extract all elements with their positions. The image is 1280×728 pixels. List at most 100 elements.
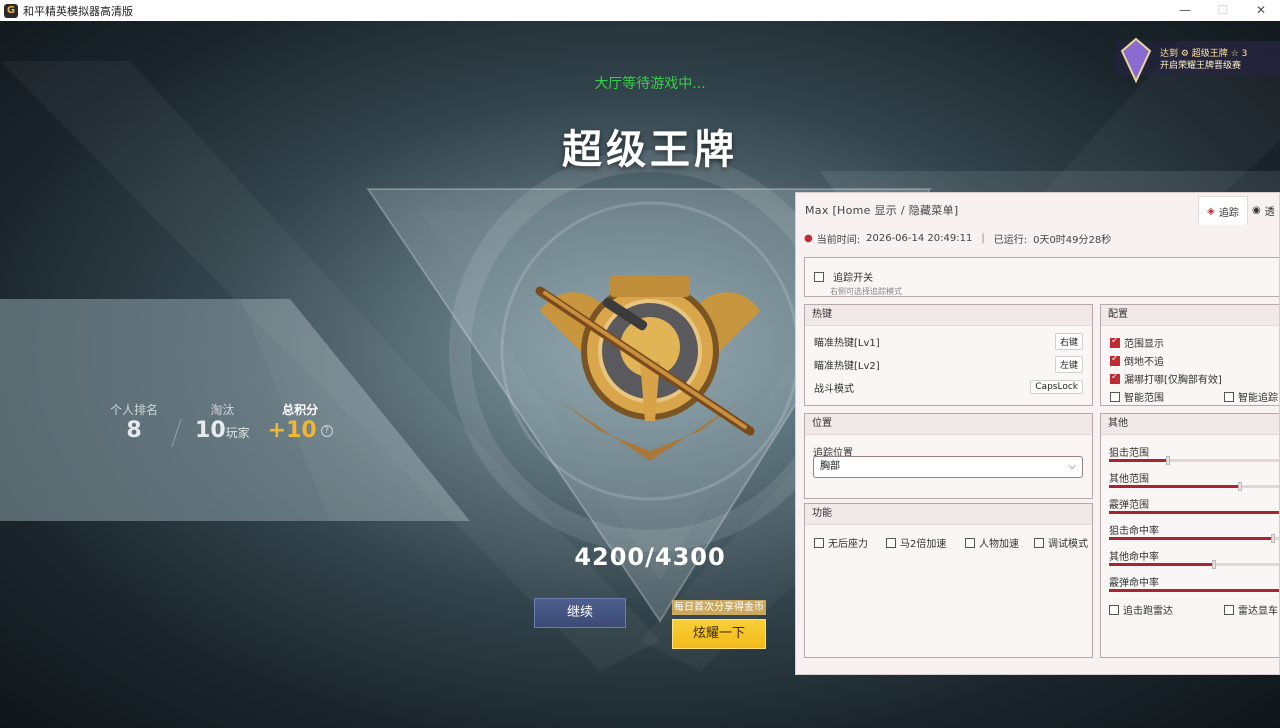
track-switch-label: 追踪开关 bbox=[833, 273, 874, 284]
slider-thumb[interactable] bbox=[1270, 534, 1275, 543]
function-checkbox[interactable] bbox=[886, 537, 896, 548]
other-box: 其他 狙击范围 其他范围 霰弹范围 狙击命中率 其他命中率 霰弹命中率 追击跑雷… bbox=[1100, 413, 1279, 658]
track-position-value: 胸部 bbox=[820, 461, 840, 472]
config-item[interactable]: 倒地不追 bbox=[1110, 350, 1164, 369]
tab-track-label: 追踪 bbox=[1218, 207, 1239, 219]
tab-see-label: 透 bbox=[1264, 207, 1275, 218]
track-switch-box: 追踪开关 右侧可选择追踪模式 bbox=[804, 257, 1279, 297]
function-label: 人物加速 bbox=[979, 539, 1019, 550]
window-titlebar: G 和平精英模拟器高清版 — ☐ ✕ bbox=[0, 0, 1280, 21]
hotkey-label: 战斗模式 bbox=[814, 383, 854, 395]
slider-label: 其他命中率 bbox=[1109, 552, 1159, 563]
slider-fill bbox=[1109, 459, 1166, 462]
window-title: 和平精英模拟器高清版 bbox=[23, 4, 133, 18]
user-icon: ● bbox=[804, 232, 813, 244]
elim-label: 淘汰 bbox=[210, 403, 235, 417]
config-label: 倒地不追 bbox=[1124, 357, 1164, 368]
function-checkbox[interactable] bbox=[814, 537, 824, 548]
lobby-status-text: 大厅等待游戏中... bbox=[594, 76, 706, 92]
continue-button[interactable]: 继续 bbox=[534, 598, 626, 628]
hotkeys-title: 热键 bbox=[805, 305, 1092, 326]
close-button[interactable]: ✕ bbox=[1242, 0, 1280, 21]
rank-score-progress: 4200/4300 bbox=[574, 543, 726, 571]
other-checkbox[interactable] bbox=[1224, 604, 1234, 615]
maximize-button[interactable]: ☐ bbox=[1204, 0, 1242, 21]
slider-fill bbox=[1109, 537, 1271, 540]
cheat-menu-panel: Max [Home 显示 / 隐藏菜单] ◈ 追踪 ◉ 透 ● 当前时间: 20… bbox=[795, 192, 1280, 675]
tab-track[interactable]: ◈ 追踪 bbox=[1198, 196, 1248, 225]
hotkey-label: 瞄准热键[Lv2] bbox=[814, 360, 880, 372]
config-item[interactable]: 智能范围 bbox=[1110, 386, 1164, 405]
other-item[interactable]: 雷达显车 bbox=[1224, 599, 1278, 618]
hotkeys-box: 热键 瞄准热键[Lv1] 右键 瞄准热键[Lv2] 左键 战斗模式 CapsLo… bbox=[804, 304, 1093, 406]
config-checkbox[interactable] bbox=[1110, 372, 1120, 384]
config-checkbox[interactable] bbox=[1110, 354, 1120, 366]
hotkey-lv2-button[interactable]: 左键 bbox=[1054, 355, 1083, 373]
stat-divider bbox=[171, 419, 182, 447]
config-label: 漏哪打哪[仅胸部有效] bbox=[1124, 375, 1222, 386]
track-switch[interactable]: 追踪开关 右侧可选择追踪模式 bbox=[814, 266, 902, 297]
snipe-hit-rate-slider[interactable] bbox=[1109, 534, 1279, 543]
combat-mode-key-button[interactable]: CapsLock bbox=[1030, 380, 1083, 394]
other-hit-rate-slider[interactable] bbox=[1109, 560, 1279, 569]
track-switch-checkbox[interactable] bbox=[814, 271, 824, 282]
slider-label: 霰弹命中率 bbox=[1109, 578, 1159, 589]
slider-thumb[interactable] bbox=[1166, 456, 1170, 465]
score-label: 总积分 bbox=[282, 403, 319, 417]
eye-icon: ◉ bbox=[1252, 205, 1261, 216]
config-checkbox[interactable] bbox=[1110, 336, 1120, 348]
config-label: 智能范围 bbox=[1124, 393, 1164, 404]
function-item[interactable]: 调试模式 bbox=[1034, 532, 1088, 551]
position-box: 位置 追踪位置 胸部 ⌵ bbox=[804, 413, 1093, 499]
config-item[interactable]: 范围显示 bbox=[1110, 332, 1164, 351]
crosshair-icon: ◈ bbox=[1207, 205, 1215, 217]
slider-fill bbox=[1109, 589, 1279, 592]
function-item[interactable]: 无后座力 bbox=[814, 532, 868, 551]
time-label: 当前时间: bbox=[816, 234, 861, 246]
position-title: 位置 bbox=[805, 414, 1092, 435]
stat-rank: 个人排名 8 bbox=[110, 401, 158, 444]
tab-see[interactable]: ◉ 透 bbox=[1252, 196, 1279, 225]
function-box: 功能 无后座力 马2倍加速 人物加速 调试模式 bbox=[804, 503, 1093, 658]
track-position-select[interactable]: 胸部 ⌵ bbox=[813, 456, 1083, 478]
slider-thumb[interactable] bbox=[1211, 560, 1216, 569]
function-checkbox[interactable] bbox=[1034, 537, 1044, 548]
hotkey-lv1-button[interactable]: 右键 bbox=[1054, 332, 1083, 350]
config-item[interactable]: 漏哪打哪[仅胸部有效] bbox=[1110, 368, 1222, 387]
match-stats: 个人排名 8 淘汰 10玩家 总积分 +10? bbox=[110, 401, 333, 447]
other-item[interactable]: 追击跑雷达 bbox=[1109, 599, 1173, 618]
config-item[interactable]: 智能追踪 bbox=[1224, 386, 1278, 405]
help-icon[interactable]: ? bbox=[320, 425, 333, 437]
hotkey-row: 瞄准热键[Lv1] 右键 bbox=[814, 332, 1083, 350]
season-badge[interactable]: 达到 ⚙ 超级王牌 ☆ 3 开启荣耀王牌晋级赛 bbox=[1116, 41, 1280, 75]
hotkey-label: 瞄准热键[Lv1] bbox=[814, 337, 880, 349]
slider-label: 狙击命中率 bbox=[1109, 526, 1159, 537]
snipe-range-slider[interactable] bbox=[1109, 456, 1279, 465]
rank-value: 8 bbox=[126, 418, 142, 443]
other-checkbox[interactable] bbox=[1109, 604, 1119, 615]
config-checkbox[interactable] bbox=[1224, 391, 1234, 402]
other-range-slider[interactable] bbox=[1109, 482, 1279, 491]
function-label: 无后座力 bbox=[828, 539, 868, 550]
slider-thumb[interactable] bbox=[1238, 482, 1243, 491]
shotgun-range-slider[interactable] bbox=[1109, 511, 1279, 514]
function-checkbox[interactable] bbox=[965, 537, 975, 548]
share-button[interactable]: 炫耀一下 bbox=[672, 619, 766, 649]
slider-label: 霰弹范围 bbox=[1109, 500, 1149, 511]
shotgun-hit-rate-slider[interactable] bbox=[1109, 589, 1279, 592]
hotkey-row: 战斗模式 CapsLock bbox=[814, 378, 1083, 396]
slider-label: 狙击范围 bbox=[1109, 448, 1149, 459]
slider-fill bbox=[1109, 511, 1279, 514]
config-checkbox[interactable] bbox=[1110, 391, 1120, 402]
share-reward-tip: 每日首次分享得金币 bbox=[672, 600, 766, 615]
rank-title: 超级王牌 bbox=[562, 127, 738, 173]
time-separator: | bbox=[981, 232, 985, 244]
function-title: 功能 bbox=[805, 504, 1092, 525]
function-item[interactable]: 人物加速 bbox=[965, 532, 1019, 551]
minimize-button[interactable]: — bbox=[1166, 0, 1204, 21]
other-label: 追击跑雷达 bbox=[1123, 606, 1173, 617]
hotkey-row: 瞄准热键[Lv2] 左键 bbox=[814, 355, 1083, 373]
score-value: +10 bbox=[267, 418, 317, 443]
panel-header-text: Max [Home 显示 / 隐藏菜单] bbox=[805, 204, 959, 217]
function-item[interactable]: 马2倍加速 bbox=[886, 532, 946, 551]
